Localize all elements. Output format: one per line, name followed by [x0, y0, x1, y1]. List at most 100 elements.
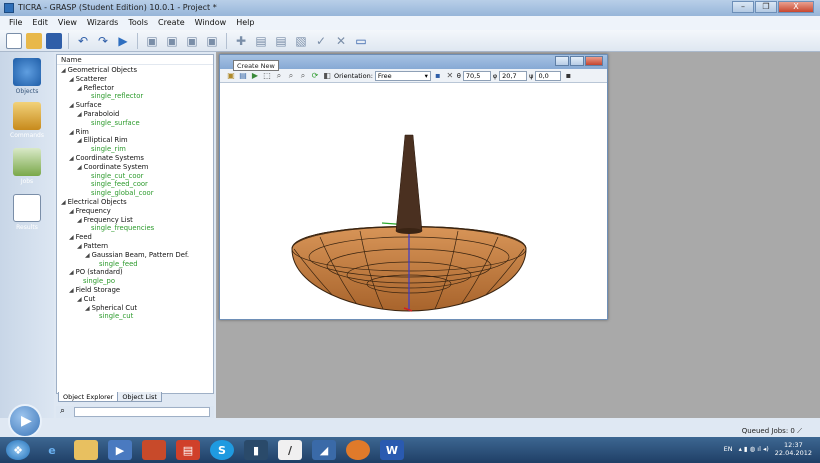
check-icon[interactable]: ✓: [313, 33, 329, 49]
open-folder-icon[interactable]: [26, 32, 42, 49]
windows-start-icon[interactable]: ❖: [6, 440, 30, 460]
tree-group-item[interactable]: ◢ Coordinate Systems: [69, 154, 144, 162]
copy-icon[interactable]: ▣: [164, 33, 180, 49]
nav-jobs[interactable]: Jobs: [8, 148, 46, 185]
expand-arrow-icon[interactable]: ◢: [85, 305, 90, 312]
tree-group-item[interactable]: ◢ Pattern: [77, 242, 108, 250]
expand-arrow-icon[interactable]: ◢: [69, 269, 74, 276]
expand-arrow-icon[interactable]: ◢: [77, 217, 82, 224]
tree-leaf-item[interactable]: single_surface: [91, 119, 140, 127]
tree-group-item[interactable]: ◢ Elliptical Rim: [77, 136, 128, 144]
expand-arrow-icon[interactable]: ◢: [77, 164, 82, 171]
edit-icon[interactable]: ▤: [253, 33, 269, 49]
delete-icon[interactable]: ▣: [204, 33, 220, 49]
render-icon[interactable]: ◧: [322, 71, 332, 81]
tree-group-item[interactable]: ◢ Paraboloid: [77, 110, 119, 118]
menu-help[interactable]: Help: [231, 16, 259, 30]
word-icon[interactable]: W: [380, 440, 404, 460]
close-button[interactable]: X: [778, 1, 814, 13]
menu-file[interactable]: File: [4, 16, 27, 30]
skype-icon[interactable]: S: [210, 440, 234, 460]
expand-arrow-icon[interactable]: ◢: [61, 67, 66, 74]
folder-icon[interactable]: [74, 440, 98, 460]
theta-input[interactable]: 70,5: [462, 70, 491, 81]
viewer-maximize-button[interactable]: [570, 56, 584, 66]
tree-group-item[interactable]: ◢ Frequency List: [77, 216, 133, 224]
search-input[interactable]: [74, 407, 210, 417]
tree-group-item[interactable]: ◢ PO (standard): [69, 268, 123, 276]
tree-leaf-item[interactable]: single_global_coor: [91, 189, 154, 197]
save-icon[interactable]: [46, 32, 62, 49]
zoom-in-icon[interactable]: ⌕: [274, 71, 284, 81]
tree-group-item[interactable]: ◢ Gaussian Beam, Pattern Def.: [85, 251, 189, 259]
ie-icon[interactable]: e: [40, 440, 64, 460]
tree-group-item[interactable]: ◢ Geometrical Objects: [61, 66, 137, 74]
camera-icon[interactable]: ▪: [563, 71, 573, 81]
media-icon[interactable]: ▶: [108, 440, 132, 460]
tree-group-item[interactable]: ◢ Rim: [69, 128, 89, 136]
phi-input[interactable]: 20,7: [499, 70, 528, 81]
viewer-minimize-button[interactable]: [555, 56, 569, 66]
duplicate-icon[interactable]: ▤: [273, 33, 289, 49]
expand-arrow-icon[interactable]: ◢: [69, 208, 74, 215]
tree-group-item[interactable]: ◢ Spherical Cut: [85, 304, 137, 312]
app-icon[interactable]: [142, 440, 166, 460]
presentation-icon[interactable]: ▤: [176, 440, 200, 460]
tree-group-item[interactable]: ◢ Field Storage: [69, 286, 120, 294]
save-view-icon[interactable]: ▪: [433, 71, 443, 81]
refresh-icon[interactable]: ⟳: [310, 71, 320, 81]
copy-format-icon[interactable]: ▧: [293, 33, 309, 49]
add-icon[interactable]: ✚: [233, 33, 249, 49]
layers-icon[interactable]: ▤: [238, 71, 248, 81]
tree-leaf-item[interactable]: single_feed: [99, 260, 138, 268]
paint-icon[interactable]: ∕: [278, 440, 302, 460]
new-document-icon[interactable]: [6, 32, 22, 49]
expand-arrow-icon[interactable]: ◢: [69, 287, 74, 294]
grasp-icon[interactable]: ◢: [312, 440, 336, 460]
menu-edit[interactable]: Edit: [27, 16, 53, 30]
tree-leaf-item[interactable]: single_cut_coor: [91, 172, 143, 180]
tray-icons[interactable]: ▴ ▮ ◍ ıl ◂): [739, 445, 769, 453]
tree-leaf-item[interactable]: single_feed_coor: [91, 180, 148, 188]
cut-icon[interactable]: ▣: [144, 33, 160, 49]
tree-leaf-item[interactable]: single_reflector: [91, 92, 143, 100]
undo-icon[interactable]: ↶: [75, 33, 91, 49]
orientation-select[interactable]: Free ▾: [374, 70, 431, 81]
reflector-3d-view[interactable]: [220, 83, 607, 319]
nav-objects[interactable]: Objects: [8, 58, 46, 95]
paste-icon[interactable]: ▣: [184, 33, 200, 49]
terminal-icon[interactable]: ▮: [244, 440, 268, 460]
select-icon[interactable]: ⬚: [262, 71, 272, 81]
expand-arrow-icon[interactable]: ◢: [69, 102, 74, 109]
expand-arrow-icon[interactable]: ◢: [69, 129, 74, 136]
expand-arrow-icon[interactable]: ◢: [77, 137, 82, 144]
tree-group-item[interactable]: ◢ Frequency: [69, 207, 111, 215]
tree-group-item[interactable]: ◢ Electrical Objects: [61, 198, 127, 206]
expand-arrow-icon[interactable]: ◢: [69, 234, 74, 241]
tree-group-item[interactable]: ◢ Feed: [69, 233, 92, 241]
zoom-fit-icon[interactable]: ⌕: [298, 71, 308, 81]
rotate-icon[interactable]: ▶: [250, 71, 260, 81]
maximize-button[interactable]: ❐: [755, 1, 777, 13]
create-new-icon[interactable]: ▣: [226, 71, 236, 81]
expand-arrow-icon[interactable]: ◢: [77, 85, 82, 92]
expand-arrow-icon[interactable]: ◢: [69, 76, 74, 83]
menu-tools[interactable]: Tools: [123, 16, 153, 30]
tree-group-item[interactable]: ◢ Reflector: [77, 84, 114, 92]
tree-group-item[interactable]: ◢ Scatterer: [69, 75, 107, 83]
expand-arrow-icon[interactable]: ◢: [77, 243, 82, 250]
nav-results[interactable]: Results: [8, 194, 46, 231]
tree-leaf-item[interactable]: single_cut: [99, 312, 133, 320]
run-button[interactable]: ▶: [8, 404, 42, 438]
tree-group-item[interactable]: ◢ Cut: [77, 295, 95, 303]
tree-group-item[interactable]: ◢ Coordinate System: [77, 163, 148, 171]
language-indicator[interactable]: EN: [724, 445, 733, 453]
menu-wizards[interactable]: Wizards: [82, 16, 123, 30]
expand-arrow-icon[interactable]: ◢: [77, 111, 82, 118]
tab-object-explorer[interactable]: Object Explorer: [58, 392, 119, 402]
tab-object-list[interactable]: Object List: [117, 392, 162, 402]
menu-create[interactable]: Create: [153, 16, 190, 30]
tree-leaf-item[interactable]: single_po: [83, 277, 115, 285]
expand-arrow-icon[interactable]: ◢: [77, 296, 82, 303]
menu-view[interactable]: View: [53, 16, 82, 30]
